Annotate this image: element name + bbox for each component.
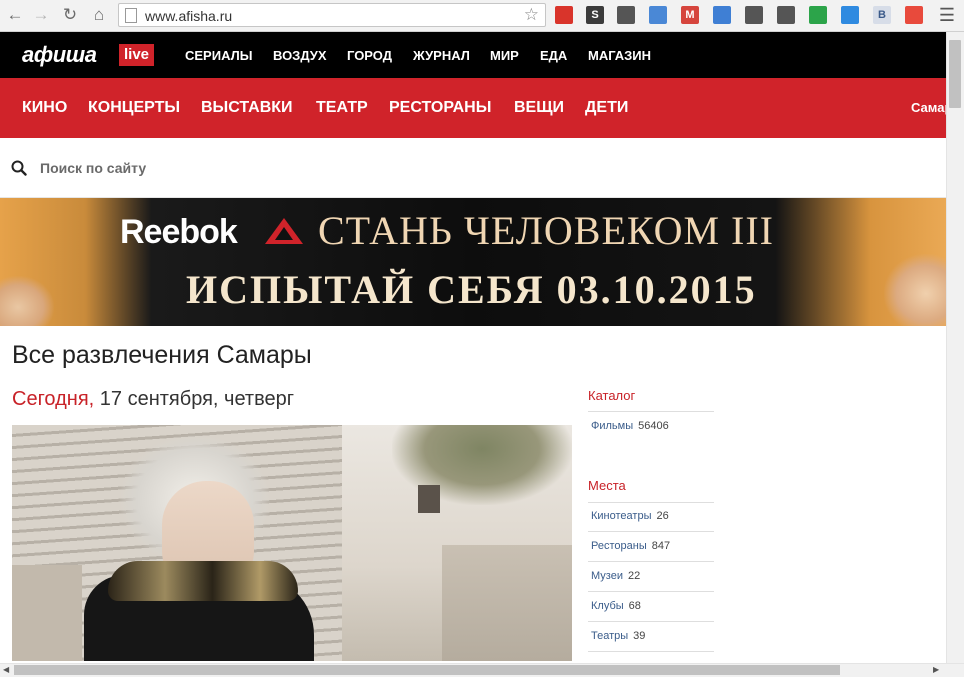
catalog-item-label[interactable]: Фильмы — [591, 420, 633, 432]
forward-icon[interactable]: → — [30, 4, 52, 26]
green-drop-extension-icon[interactable] — [809, 6, 827, 24]
divider — [588, 502, 714, 503]
catalog-item-count: 56406 — [638, 420, 669, 432]
places-item-count: 22 — [627, 570, 641, 582]
nav-deti[interactable]: ДЕТИ — [585, 99, 628, 117]
places-item-label[interactable]: Музеи — [591, 570, 623, 582]
featured-photo[interactable] — [12, 425, 572, 661]
horizontal-scroll-thumb[interactable] — [14, 665, 840, 675]
leaf-extension-icon[interactable] — [745, 6, 763, 24]
reload-icon[interactable]: ↻ — [59, 4, 81, 26]
url-text[interactable]: www.afisha.ru — [145, 8, 232, 24]
evernote-extension-icon[interactable] — [617, 6, 635, 24]
places-item-restaurants[interactable]: Рестораны 847 — [591, 539, 670, 553]
top-link-eda[interactable]: ЕДА — [540, 48, 567, 64]
places-item-theatres[interactable]: Театры 39 — [591, 629, 645, 643]
vertical-scrollbar[interactable] — [946, 32, 964, 663]
divider — [588, 531, 714, 532]
divider — [588, 621, 714, 622]
places-item-cinemas[interactable]: Кинотеатры 26 — [591, 509, 669, 523]
page-title: Все развлечения Самары — [12, 341, 312, 369]
nav-veshchi[interactable]: ВЕЩИ — [514, 99, 564, 117]
star-extension-icon[interactable] — [649, 6, 667, 24]
places-heading: Места — [588, 478, 626, 493]
arrows-extension-icon[interactable] — [777, 6, 795, 24]
top-link-mir[interactable]: МИР — [490, 48, 519, 64]
top-link-magazin[interactable]: МАГАЗИН — [588, 48, 651, 64]
places-item-count: 847 — [651, 540, 671, 552]
menu-icon[interactable]: ☰ — [938, 5, 956, 26]
places-item-count: 68 — [628, 600, 641, 612]
book-extension-icon[interactable] — [555, 6, 573, 24]
top-link-zhurnal[interactable]: ЖУРНАЛ — [413, 48, 470, 64]
nav-kino[interactable]: КИНО — [22, 99, 67, 117]
banner-headline: СТАНЬ ЧЕЛОВЕКОМ III — [318, 208, 774, 253]
scroll-right-arrow-icon[interactable]: ▶ — [933, 665, 939, 675]
gmail-extension-icon[interactable]: M — [681, 6, 699, 24]
vk-extension-icon[interactable]: B — [873, 6, 891, 24]
logo-live-badge[interactable]: live — [119, 44, 155, 66]
search-row — [0, 138, 946, 198]
banner-hand-left — [0, 276, 54, 326]
places-item-label[interactable]: Клубы — [591, 600, 624, 612]
colorful-extension-icon[interactable] — [905, 6, 923, 24]
top-link-serials[interactable]: СЕРИАЛЫ — [185, 48, 252, 64]
places-item-count: 39 — [633, 630, 646, 642]
date-heading: Сегодня, 17 сентября, четверг — [12, 387, 294, 411]
divider — [588, 411, 714, 412]
back-icon[interactable]: ← — [4, 4, 26, 26]
screen-extension-icon[interactable] — [713, 6, 731, 24]
date-today-link[interactable]: Сегодня, — [12, 388, 94, 410]
browser-toolbar: ← → ↻ ⌂ www.afisha.ru ☆ S M B ☰ — [0, 0, 964, 32]
nav-restorany[interactable]: РЕСТОРАНЫ — [389, 99, 491, 117]
photo-balustrade-right — [442, 545, 572, 661]
places-item-clubs[interactable]: Клубы 68 — [591, 599, 641, 613]
page-icon — [125, 8, 137, 23]
top-navigation: афиша live СЕРИАЛЫ ВОЗДУХ ГОРОД ЖУРНАЛ М… — [0, 32, 946, 78]
search-input[interactable] — [40, 156, 440, 180]
home-icon[interactable]: ⌂ — [88, 4, 110, 26]
banner-subline: ИСПЫТАЙ СЕБЯ 03.10.2015 — [186, 267, 757, 312]
site-logo[interactable]: афиша — [22, 44, 97, 66]
places-item-label[interactable]: Театры — [591, 630, 628, 642]
divider — [588, 591, 714, 592]
catalog-item-films[interactable]: Фильмы 56406 — [591, 419, 669, 433]
nav-vystavki[interactable]: ВЫСТАВКИ — [201, 99, 293, 117]
s-extension-icon[interactable]: S — [586, 6, 604, 24]
vertical-scroll-thumb[interactable] — [949, 40, 961, 108]
bookmark-star-icon[interactable]: ☆ — [524, 5, 539, 25]
divider — [588, 561, 714, 562]
banner-hand-right — [884, 254, 946, 326]
places-item-label[interactable]: Кинотеатры — [591, 510, 651, 522]
places-item-museums[interactable]: Музеи 22 — [591, 569, 640, 583]
nav-teatr[interactable]: ТЕАТР — [316, 99, 368, 117]
catalog-heading: Каталог — [588, 388, 636, 403]
search-icon[interactable] — [11, 160, 27, 176]
scroll-left-arrow-icon[interactable]: ◀ — [3, 665, 9, 675]
places-item-count: 26 — [656, 510, 669, 522]
places-item-label[interactable]: Рестораны — [591, 540, 647, 552]
photo-window — [418, 485, 440, 513]
photo-person-collar — [108, 561, 298, 601]
address-bar[interactable]: www.afisha.ru ☆ — [118, 3, 546, 27]
top-link-vozdukh[interactable]: ВОЗДУХ — [273, 48, 327, 64]
download-extension-icon[interactable] — [841, 6, 859, 24]
banner-brand: Reebok — [120, 213, 238, 251]
nav-koncerty[interactable]: КОНЦЕРТЫ — [88, 99, 180, 117]
photo-balustrade — [12, 565, 82, 661]
top-link-gorod[interactable]: ГОРОД — [347, 48, 392, 64]
date-text: 17 сентября, четверг — [94, 388, 295, 410]
reebok-delta-icon — [265, 218, 303, 244]
section-navigation: КИНО КОНЦЕРТЫ ВЫСТАВКИ ТЕАТР РЕСТОРАНЫ В… — [0, 78, 952, 138]
ad-banner[interactable]: Reebok СТАНЬ ЧЕЛОВЕКОМ III ИСПЫТАЙ СЕБЯ … — [0, 198, 946, 326]
divider — [588, 651, 714, 652]
